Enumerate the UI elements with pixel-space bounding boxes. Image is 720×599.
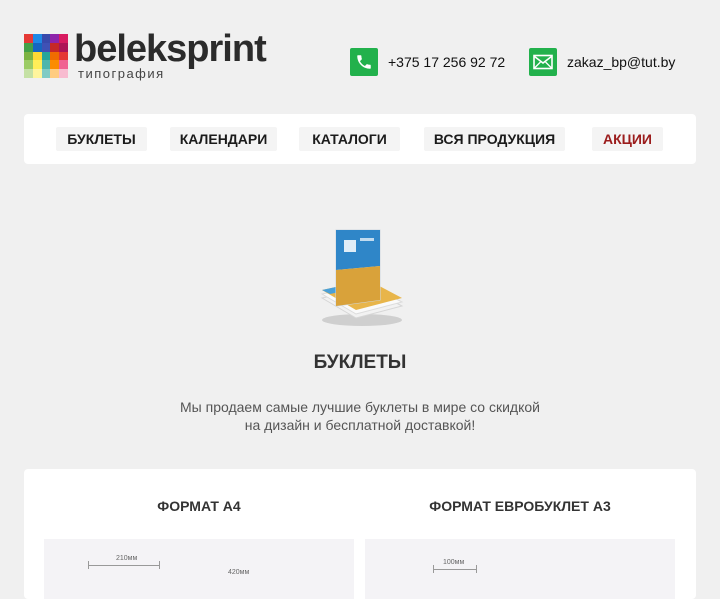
a3-tick-right [476,565,477,573]
format-a3-title: ФОРМАТ ЕВРОБУКЛЕТ А3 [429,498,611,514]
email-address[interactable]: zakaz_bp@tut.by [567,54,675,70]
header: beleksprint типография +375 17 256 92 72… [0,0,720,110]
description-line-2: на дизайн и бесплатной доставкой! [244,417,476,433]
logo-mosaic-tile [50,60,60,70]
nav-item-sale[interactable]: АКЦИИ [592,127,663,151]
a4-width-line [88,565,160,566]
page-title: БУКЛЕТЫ [313,352,407,373]
logo-mosaic-tile [24,69,33,78]
logo-mosaic-tile [50,51,60,61]
mail-icon [529,48,557,76]
logo-mosaic-tile [50,34,60,43]
formats-panel: ФОРМАТ А4 ФОРМАТ ЕВРОБУКЛЕТ А3 210мм 420… [24,469,696,599]
logo-mosaic-tile [32,69,42,78]
phone-contact[interactable]: +375 17 256 92 72 [350,48,505,76]
logo-mosaic-tile [24,42,33,52]
logo-mosaic-tile [32,60,42,70]
page-description: Мы продаем самые лучшие буклеты в мире с… [0,398,720,434]
logo-mosaic-tile [59,60,68,70]
a4-width-dimension: 210мм [116,555,138,562]
nav-item-catalogs[interactable]: КАТАЛОГИ [299,127,400,151]
format-a4-card[interactable]: 210мм 420мм [44,539,354,599]
logo-mosaic-tile [24,51,33,61]
format-a4-title: ФОРМАТ А4 [157,498,241,514]
booklet-stack-image [316,226,408,330]
logo-mosaic-tile [59,51,68,61]
logo-mosaic-tile [24,34,33,43]
logo-mosaic-tile [32,34,42,43]
logo-mosaic-tile [41,60,51,70]
a3-width-dimension: 100мм [443,559,465,566]
nav-item-calendars[interactable]: КАЛЕНДАРИ [170,127,277,151]
a4-tick-right [159,561,160,569]
a4-open-dimension: 420мм [228,569,250,576]
logo-mosaic-tile [32,51,42,61]
logo-mosaic-tile [41,42,51,52]
logo-mosaic-tile [41,51,51,61]
logo-mosaic-tile [24,60,33,70]
main-nav: БУКЛЕТЫ КАЛЕНДАРИ КАТАЛОГИ ВСЯ ПРОДУКЦИЯ… [24,114,696,164]
phone-number[interactable]: +375 17 256 92 72 [388,54,505,70]
email-contact[interactable]: zakaz_bp@tut.by [529,48,675,76]
nav-item-all-products[interactable]: ВСЯ ПРОДУКЦИЯ [424,127,565,151]
nav-item-booklets[interactable]: БУКЛЕТЫ [56,127,147,151]
logo-mosaic-tile [59,69,68,78]
a3-tick-left [433,565,434,573]
logo-mosaic-tile [41,69,51,78]
logo-mosaic-tile [59,42,68,52]
logo-wordmark: beleksprint [74,28,267,70]
logo-mosaic-tile [50,42,60,52]
logo-mosaic-tile [50,69,60,78]
a3-width-line [433,569,477,570]
logo-subtitle: типография [78,66,165,81]
logo-mosaic-icon [24,34,68,78]
format-a3-card[interactable]: 100мм [365,539,675,599]
phone-icon [350,48,378,76]
logo-mosaic-tile [59,34,68,43]
a4-tick-left [88,561,89,569]
logo[interactable]: beleksprint типография [24,28,274,82]
logo-mosaic-tile [32,42,42,52]
logo-mosaic-tile [41,34,51,43]
description-line-1: Мы продаем самые лучшие буклеты в мире с… [180,399,540,415]
